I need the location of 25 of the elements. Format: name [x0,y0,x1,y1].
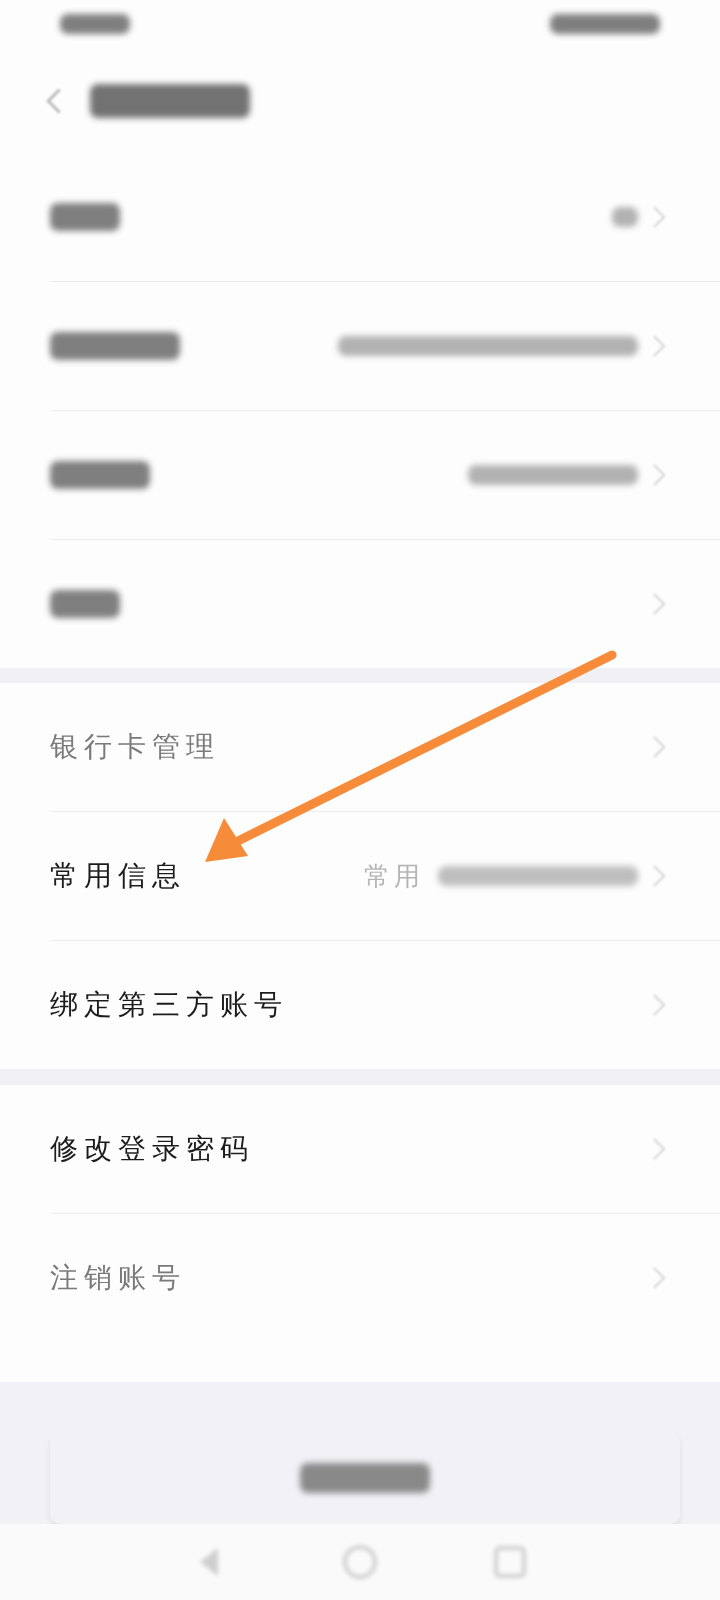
chevron-right-icon [652,735,666,760]
row-label: 注销账号 [50,1260,186,1296]
settings-row[interactable]: 银行卡管理 [50,683,720,813]
chevron-right-icon [652,864,666,889]
blurred-label [50,589,120,618]
chevron-right-icon [652,1266,666,1290]
chevron-right-icon [652,333,666,358]
chevron-right-icon [652,591,666,616]
row-label: 绑定第三方账号 [50,987,288,1024]
chevron-right-icon [652,1137,666,1161]
blurred-value [612,206,638,227]
blurred-status-left [60,14,130,35]
chevron-right-icon [652,204,666,229]
blurred-label [50,202,120,231]
bottom-button[interactable] [50,1432,680,1524]
home-circle-icon[interactable] [340,1542,380,1582]
settings-row[interactable]: 修改登录密码 [50,1085,720,1214]
row-value: 常用 [364,859,424,893]
row-label: 银行卡管理 [50,729,220,766]
settings-row[interactable]: 注销账号 [50,1214,720,1342]
row-label: 常用信息 [50,858,186,895]
row-label: 修改登录密码 [50,1131,254,1167]
chevron-right-icon [652,462,666,487]
settings-row[interactable]: 绑定第三方账号 [50,941,720,1070]
chevron-right-icon [652,993,666,1018]
